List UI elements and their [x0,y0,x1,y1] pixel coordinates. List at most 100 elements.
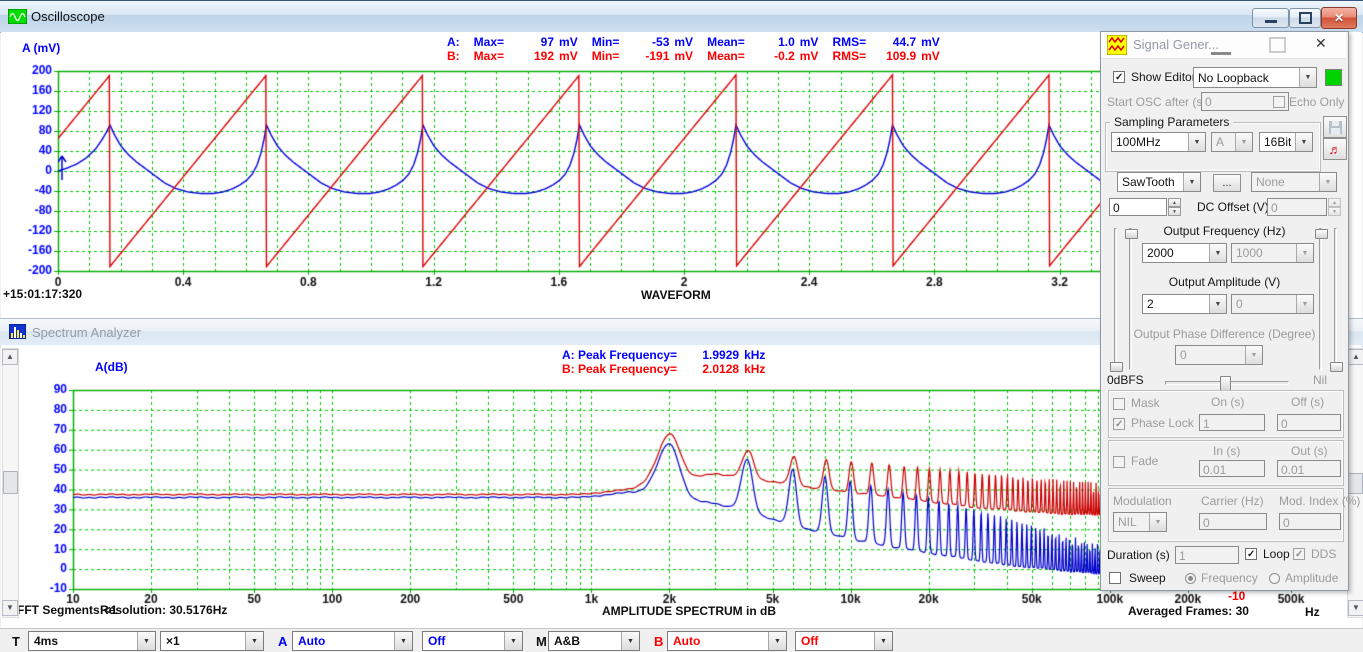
chevron-down-icon[interactable] [1299,68,1316,87]
echo-only-checkbox[interactable] [1273,96,1285,108]
stats-label: A: Peak Frequency= [562,348,677,362]
sampling-parameters-legend: Sampling Parameters [1110,115,1233,129]
stat-label: Min= [592,35,620,49]
scroll-up-button[interactable]: ▲ [2,349,18,365]
stat-unit: mV [559,35,578,49]
mod-index-input: 0 [1279,513,1341,530]
phase-difference-value: 0 [1180,348,1187,362]
chevron-down-icon[interactable] [137,632,155,650]
sweep-frequency-label: Frequency [1201,571,1258,585]
start-osc-label: Start OSC after (s) [1107,95,1206,109]
chevron-down-icon[interactable] [874,632,892,650]
amplitude-slider-handle-a-outer[interactable] [1110,362,1123,372]
waveform-type-value: SawTooth [1122,175,1175,189]
chevron-down-icon [1296,295,1313,313]
right-axis-bottom-label: -10 [1228,589,1245,603]
nil-label: Nil [1313,373,1327,387]
mask-checkbox [1113,398,1125,410]
stat-unit: mV [674,49,693,63]
sweep-time-select[interactable]: 4ms [28,631,156,651]
show-editor-checkbox[interactable] [1113,71,1125,83]
chevron-down-icon[interactable] [1183,173,1200,191]
spectrum-stats-a: A: Peak Frequency=1.9929kHz [562,348,765,362]
stat-value: 2.0128 [681,362,739,376]
chevron-down-icon[interactable] [1295,133,1312,151]
amplitude-slider-handle-b-outer[interactable] [1330,362,1343,372]
save-button[interactable] [1323,116,1347,138]
display-mode-value: A&B [554,634,580,648]
loop-checkbox[interactable] [1245,548,1257,560]
frequency-b-select: 1000 [1231,243,1314,263]
stat-unit: mV [921,35,940,49]
modulation-type-select: NIL [1113,512,1167,532]
dc-offset-a-spinner[interactable] [1168,198,1181,216]
display-mode-select[interactable]: A&B [548,631,640,651]
chevron-down-icon[interactable] [245,632,263,650]
scroll-down-button-right[interactable]: ▼ [1348,600,1363,616]
amplitude-slider-track-a-outer[interactable] [1114,228,1117,370]
scroll-down-button[interactable]: ▼ [2,600,18,616]
chevron-down-icon[interactable] [1209,295,1226,313]
oscilloscope-stats-b: B:Max=192mVMin=-191mVMean=-0.2mVRMS=109.… [447,49,940,63]
chevron-down-icon[interactable] [394,632,412,650]
panel-close-button[interactable]: ✕ [1315,35,1327,52]
sampling-channel-value: A [1216,135,1224,149]
dc-offset-a-input[interactable]: 0 [1109,198,1167,216]
stats-label: A: [447,35,460,49]
amplitude-slider-handle-b-inner[interactable] [1315,229,1328,239]
channel-b-coupling-select[interactable]: Off [795,631,893,651]
browse-button[interactable]: ... [1213,174,1241,192]
spectrum-y-axis-label: A(dB) [95,360,128,374]
waveform-type-select[interactable]: SawTooth [1117,172,1201,192]
resolution-text: Resolution: 30.5176Hz [100,603,227,617]
oscilloscope-titlebar[interactable]: Oscilloscope [0,1,1363,33]
channel-b-range-select[interactable]: Auto [667,631,787,651]
scrollbar-thumb[interactable] [3,471,18,494]
sample-rate-value: 100MHz [1116,135,1161,149]
scroll-up-button-right[interactable]: ▲ [1348,349,1363,365]
amplitude-a-select[interactable]: 2 [1142,294,1227,314]
amplitude-slider-track-b-inner[interactable] [1319,228,1322,370]
maximize-button[interactable] [1289,8,1321,28]
sampling-channel-select: A [1211,132,1253,152]
channel-a-coupling-select[interactable]: Off [422,631,523,651]
duration-input[interactable]: 1 [1175,546,1239,564]
chevron-down-icon[interactable] [504,632,522,650]
chevron-down-icon[interactable] [1188,133,1205,151]
stat-unit: mV [674,35,693,49]
stat-value: -191 [623,49,669,63]
amplitude-slider-track-a-inner[interactable] [1129,228,1132,370]
sweep-checkbox[interactable] [1109,572,1121,584]
loopback-select[interactable]: No Loopback [1193,67,1317,88]
bit-depth-value: 16Bit [1264,135,1291,149]
scrollbar-thumb-right[interactable] [1348,473,1363,494]
oscilloscope-x-axis-title: WAVEFORM [641,288,711,302]
panel-minimize-button[interactable] [1211,38,1231,55]
amplitude-slider-handle-a-inner[interactable] [1125,229,1138,239]
chevron-down-icon[interactable] [768,632,786,650]
panel-maximize-button[interactable] [1269,37,1286,53]
chevron-down-icon[interactable] [1209,244,1226,262]
signal-generator-icon [1107,35,1127,60]
floppy-disk-icon [1329,121,1342,134]
music-note-button[interactable]: ♬ [1323,138,1347,160]
mask-on-label: On (s) [1211,395,1244,409]
frequency-a-select[interactable]: 2000 [1142,243,1227,263]
chevron-down-icon[interactable] [621,632,639,650]
oscilloscope-timestamp: +15:01:17:320 [3,287,82,301]
multiplier-select[interactable]: ×1 [160,631,264,651]
bit-depth-select[interactable]: 16Bit [1259,132,1313,152]
channel-a-range-select[interactable]: Auto [292,631,413,651]
amplitude-slider-track-b-outer[interactable] [1334,228,1337,370]
generator-run-indicator[interactable] [1325,69,1342,86]
output-frequency-label: Output Frequency (Hz) [1101,224,1348,238]
spectrum-stats-b: B: Peak Frequency=2.0128kHz [562,362,765,376]
stats-label: B: Peak Frequency= [562,362,677,376]
sample-rate-select[interactable]: 100MHz [1111,132,1206,152]
minimize-button[interactable] [1252,8,1289,28]
mask-off-label: Off (s) [1291,395,1324,409]
fade-in-input: 0.01 [1199,460,1265,477]
phase-difference-select: 0 [1175,345,1263,365]
frequency-a-value: 2000 [1147,246,1174,260]
close-button[interactable] [1321,7,1357,29]
